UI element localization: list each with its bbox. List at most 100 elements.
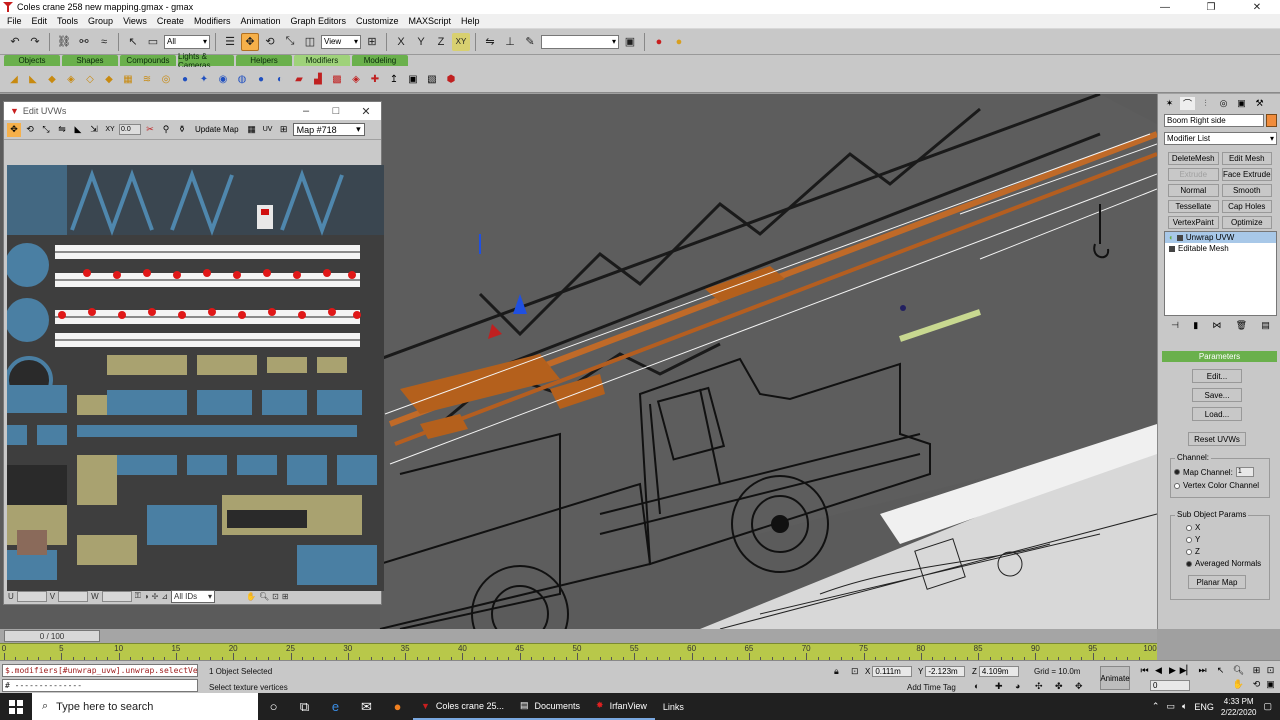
next-frame-icon[interactable]: ▶▏ <box>1180 665 1194 676</box>
material-icon[interactable]: ▣ <box>405 72 421 88</box>
tray-chevron-icon[interactable]: ⌃ <box>1152 701 1160 712</box>
taskbar-app-irfanview[interactable]: ✸ IrfanView <box>588 693 655 720</box>
track-bar[interactable]: 0 5 10 15 20 25 30 35 40 45 50 55 60 65 70 75 80 85 90 95 10… <box>0 643 1157 661</box>
angle-snap-icon[interactable]: ✚ <box>995 681 1003 692</box>
close-button[interactable]: ✕ <box>1234 0 1280 14</box>
uv-canvas[interactable] <box>7 165 384 591</box>
selection-filter-dropdown[interactable]: All ▾ <box>164 34 210 49</box>
taskbar-links[interactable]: Links <box>655 693 692 720</box>
network-icon[interactable]: ▭ <box>1166 701 1175 712</box>
degradation-icon[interactable]: ✥ <box>1075 681 1083 692</box>
menu-group[interactable]: Group <box>83 16 118 26</box>
lock-selection-icon[interactable]: 🔒︎ <box>834 666 839 677</box>
maxscript-input-line[interactable]: # -------------- <box>2 679 198 692</box>
maximize-viewport-icon[interactable]: ▣ <box>1264 679 1277 690</box>
tab-lights-cameras[interactable]: Lights & Cameras <box>178 52 234 70</box>
map-channel-spinner[interactable]: 1 <box>1235 467 1254 477</box>
uv-move-icon[interactable]: ✥ <box>7 122 21 137</box>
restrict-xy-button[interactable]: XY <box>452 32 470 51</box>
uv-spin-field[interactable]: 0.0 <box>119 124 141 135</box>
uv-freeform-icon[interactable]: ◣ <box>71 123 85 137</box>
previous-frame-icon[interactable]: ◀ <box>1152 665 1165 676</box>
uv-weld-selected-icon[interactable]: ⚱ <box>175 123 189 137</box>
taskbar-search[interactable]: ⌕ Type here to search <box>32 693 258 720</box>
menu-animation[interactable]: Animation <box>235 16 285 26</box>
modifier-list-dropdown[interactable]: Modifier List ▾ <box>1164 132 1277 145</box>
wave-icon[interactable]: ≋ <box>139 72 155 88</box>
w-field[interactable] <box>101 590 132 602</box>
normal-button[interactable]: Normal <box>1168 184 1219 197</box>
edit-mesh-button[interactable]: Edit Mesh <box>1221 152 1272 165</box>
menu-views[interactable]: Views <box>118 16 152 26</box>
spherify-icon[interactable]: ● <box>177 72 193 88</box>
uv-show-map-icon[interactable]: ▦ <box>245 123 259 137</box>
current-frame-field[interactable]: 0 <box>1150 679 1190 691</box>
tab-objects[interactable]: Objects <box>4 55 60 66</box>
edit-button[interactable]: Edit... <box>1192 369 1242 383</box>
select-region-icon[interactable]: ▭ <box>144 33 162 51</box>
reference-coord-dropdown[interactable]: View ▾ <box>321 34 361 49</box>
named-selection-sets-dropdown[interactable]: ▾ <box>541 34 619 49</box>
uv-weld-icon[interactable]: ⚲ <box>159 123 173 137</box>
uv-close-button[interactable]: ✕ <box>351 105 381 118</box>
align-icon[interactable]: ⊥ <box>501 33 519 51</box>
menu-modifiers[interactable]: Modifiers <box>189 16 236 26</box>
planar-map-button[interactable]: Planar Map <box>1188 575 1246 589</box>
tab-compounds[interactable]: Compounds <box>120 55 176 66</box>
parameters-rollout[interactable]: Parameters <box>1162 351 1277 362</box>
load-button[interactable]: Load... <box>1192 407 1242 421</box>
menu-edit[interactable]: Edit <box>27 16 53 26</box>
hierarchy-tab-icon[interactable]: ⫶ <box>1198 97 1213 110</box>
pan-hand-icon[interactable]: ✋ <box>246 592 256 601</box>
lock-icon[interactable]: ⚿ <box>135 591 141 601</box>
u-field[interactable] <box>16 590 47 602</box>
menu-create[interactable]: Create <box>152 16 189 26</box>
speaker-icon[interactable]: 🔈︎ <box>1182 701 1187 712</box>
select-by-name-icon[interactable]: ☰ <box>221 33 239 51</box>
menu-graph-editors[interactable]: Graph Editors <box>285 16 351 26</box>
uv-coord-button[interactable]: UV <box>261 123 275 137</box>
uv-maximize-button[interactable]: □ <box>321 105 351 117</box>
mail-icon[interactable]: ✉ <box>351 693 382 720</box>
normal-icon[interactable]: ↥ <box>386 72 402 88</box>
optimize-button[interactable]: Optimize <box>1221 216 1272 229</box>
z-coord-field[interactable]: 4.109m <box>978 665 1019 677</box>
select-rotate-icon[interactable]: ⟲ <box>261 33 279 51</box>
unwrap-icon[interactable]: ◍ <box>234 72 250 88</box>
taper-icon[interactable]: ◣ <box>25 72 41 88</box>
x-radio[interactable]: X <box>1186 523 1200 532</box>
twist-icon[interactable]: ◆ <box>44 72 60 88</box>
clock[interactable]: 4:33 PM 2/22/2020 <box>1221 696 1257 718</box>
maximize-button[interactable]: ❐ <box>1188 0 1234 14</box>
menu-file[interactable]: File <box>2 16 27 26</box>
vertex-color-radio[interactable]: Vertex Color Channel <box>1174 481 1259 490</box>
vertexpaint-button[interactable]: VertexPaint <box>1168 216 1219 229</box>
remove-modifier-icon[interactable]: 🗑︎ <box>1236 320 1247 334</box>
spinner-snap-icon[interactable]: ✤ <box>1055 681 1063 692</box>
face-extrude-button[interactable]: Face Extrude <box>1221 168 1272 181</box>
menu-customize[interactable]: Customize <box>351 16 404 26</box>
select-manipulate-icon[interactable]: ◫ <box>301 33 319 51</box>
go-to-end-icon[interactable]: ⏭ <box>1196 665 1209 676</box>
meshsmooth-icon[interactable]: ✚ <box>367 72 383 88</box>
smooth-button[interactable]: Smooth <box>1221 184 1272 197</box>
smooth-icon[interactable]: ▟ <box>310 72 326 88</box>
uv-channel-icon[interactable]: ⊞ <box>277 123 291 137</box>
vertex-paint-icon[interactable]: ⬢ <box>443 72 459 88</box>
optimize-icon[interactable]: ▩ <box>329 72 345 88</box>
utilities-tab-icon[interactable]: ⚒ <box>1252 97 1267 110</box>
uv-scale-icon[interactable]: ⤡ <box>39 123 53 137</box>
percent-snap-icon[interactable]: ✣ <box>1035 681 1043 692</box>
link-icon[interactable]: ⛓ <box>55 33 73 51</box>
zoom-extents-all-icon[interactable]: ⊡ <box>1264 665 1277 676</box>
bend-icon[interactable]: ◢ <box>6 72 22 88</box>
edit-mesh-icon[interactable]: ▰ <box>291 72 307 88</box>
object-color-swatch[interactable] <box>1266 114 1277 127</box>
play-icon[interactable]: ▶ <box>1166 665 1179 676</box>
tab-modeling[interactable]: Modeling <box>352 55 408 66</box>
snap-toggle-icon[interactable]: ◕ <box>1015 681 1020 691</box>
pivot-center-icon[interactable]: ⊞ <box>363 33 381 51</box>
firefox-icon[interactable]: ● <box>382 693 413 720</box>
crossing-icon[interactable]: ◐ <box>974 681 979 691</box>
x-coord-field[interactable]: 0.111m <box>872 665 913 677</box>
